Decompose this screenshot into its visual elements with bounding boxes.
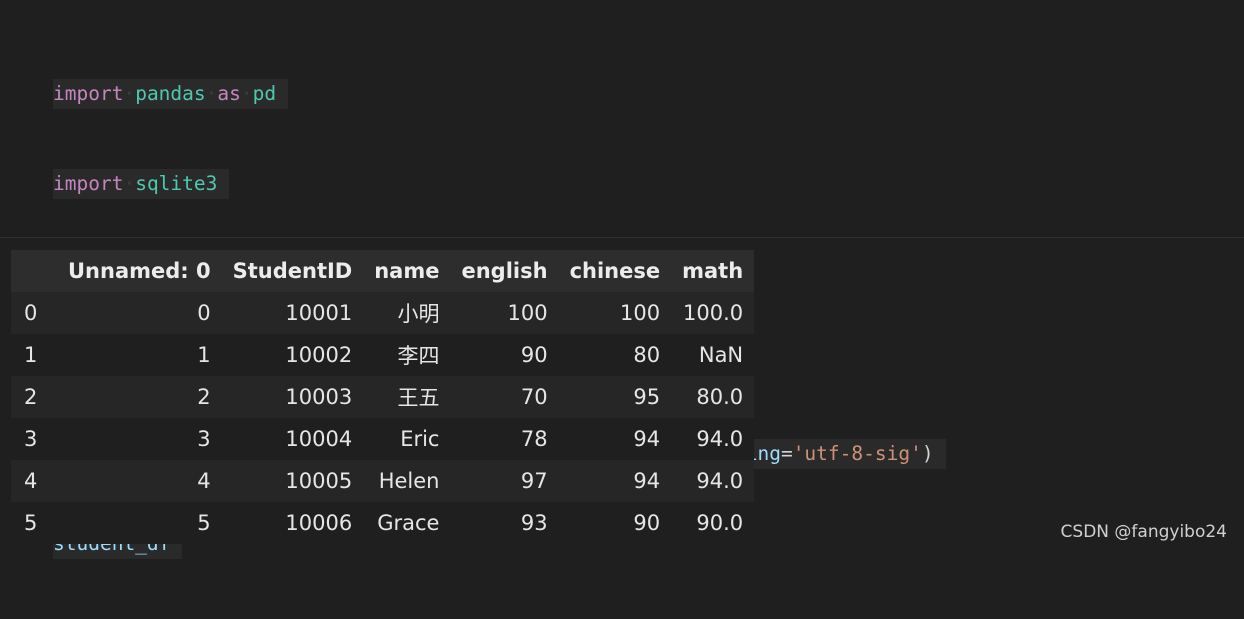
table-cell: 1 [197,343,211,367]
row-index: 2 [24,385,38,409]
table-cell: 70 [520,385,548,409]
row-index: 1 [24,343,38,367]
table-cell: 100 [507,301,548,325]
table-cell: Eric [400,427,440,451]
table-cell: 94.0 [696,469,744,493]
column-header: Unnamed: 0 [57,250,222,292]
alias-pd: pd [252,82,277,105]
table-cell: 5 [197,511,211,535]
table-cell: 李四 [397,344,440,368]
module-pandas: pandas [135,82,206,105]
module-sqlite3: sqlite3 [135,172,218,195]
table-cell: Grace [377,511,440,535]
table-row: 2 2 10003 王五 70 95 80.0 [11,376,755,418]
table-cell: 100.0 [683,301,744,325]
table-cell: 10005 [285,469,353,493]
table-cell: 10006 [285,511,353,535]
table-cell: 97 [520,469,548,493]
table-cell: 80 [633,343,661,367]
table-cell: 90 [633,511,661,535]
dataframe-table: Unnamed: 0 StudentID name english chines… [11,250,755,544]
table-cell: 93 [520,511,548,535]
table-cell: 90 [520,343,548,367]
column-header: chinese [558,250,672,292]
table-cell: 10004 [285,427,353,451]
table-cell: 小明 [397,302,440,326]
column-header: math [671,250,755,292]
table-cell: 100 [620,301,661,325]
table-cell: Helen [378,469,440,493]
table-row: 4 4 10005 Helen 97 94 94.0 [11,460,755,502]
cell-output: Unnamed: 0 StudentID name english chines… [11,250,755,544]
table-cell: 10002 [285,343,353,367]
table-cell: 94 [633,469,661,493]
paren-close: ) [921,442,934,465]
table-cell: 90.0 [696,511,744,535]
table-cell: 78 [520,427,548,451]
table-cell: 94.0 [696,427,744,451]
table-row: 0 0 10001 小明 100 100 100.0 [11,292,755,334]
keyword-import: import [53,82,124,105]
table-row: 3 3 10004 Eric 78 94 94.0 [11,418,755,460]
keyword-as: as [217,82,241,105]
row-index: 5 [24,511,38,535]
code-line-2: import·sqlite3 [53,169,946,199]
column-header: StudentID [221,250,364,292]
row-index: 0 [24,301,38,325]
table-cell: 94 [633,427,661,451]
row-index: 4 [24,469,38,493]
table-cell: 80.0 [696,385,744,409]
table-cell: 4 [197,469,211,493]
table-cell: 王五 [397,386,440,410]
table-cell: 10003 [285,385,353,409]
string-encoding: 'utf-8-sig' [792,442,922,465]
column-header: name [363,250,451,292]
column-header: english [450,250,559,292]
row-index: 3 [24,427,38,451]
code-line-1: import·pandas·as·pd [53,79,946,109]
table-row: 1 1 10002 李四 90 80 NaN [11,334,755,376]
table-cell: NaN [698,343,744,367]
table-cell: 3 [197,427,211,451]
table-header-row: Unnamed: 0 StudentID name english chines… [11,250,755,292]
table-cell: 2 [197,385,211,409]
column-header-index [11,250,57,292]
watermark: CSDN @fangyibo24 [1060,522,1227,542]
table-cell: 0 [197,301,211,325]
operator-assign: = [780,442,793,465]
table-cell: 10001 [285,301,353,325]
table-cell: 95 [633,385,661,409]
code-cell[interactable]: import·pandas·as·pd import·sqlite3 # 利用p… [0,0,1244,559]
keyword-import: import [53,172,124,195]
table-row: 5 5 10006 Grace 93 90 90.0 [11,502,755,544]
